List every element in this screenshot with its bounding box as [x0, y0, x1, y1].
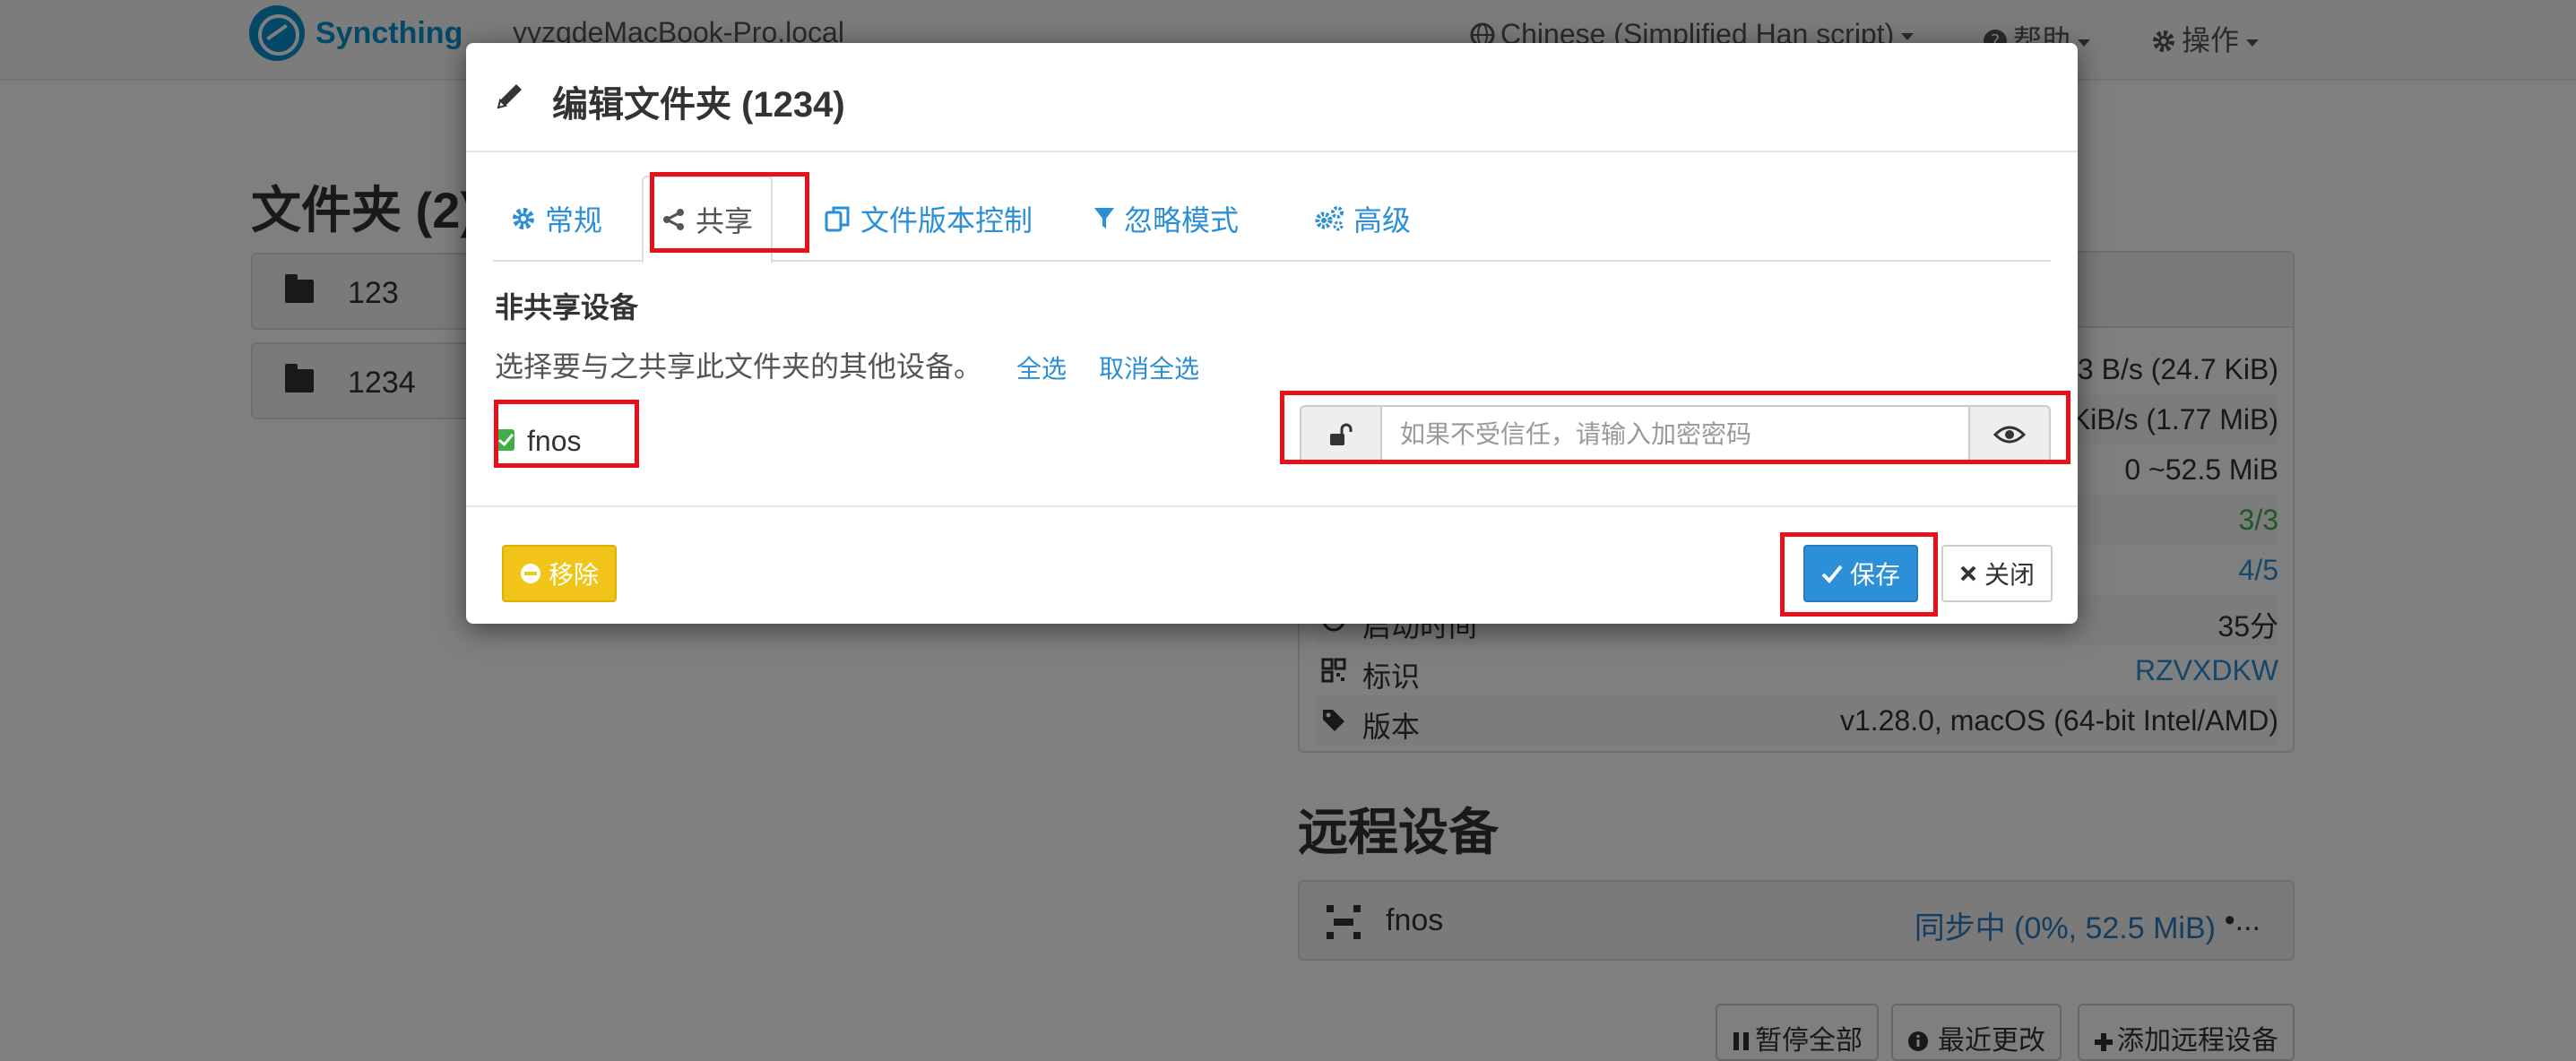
- tab-general-label: 常规: [545, 204, 603, 237]
- select-all-link[interactable]: 全选: [1016, 349, 1067, 385]
- highlight-device-checkbox: [494, 400, 639, 468]
- minus-circle-icon: [521, 564, 540, 583]
- close-label: 关闭: [1984, 561, 2036, 589]
- close-button[interactable]: 关闭: [1941, 545, 2053, 602]
- tab-ignore-patterns-label: 忽略模式: [1124, 204, 1240, 237]
- close-icon: [1960, 565, 1976, 582]
- tab-ignore-patterns[interactable]: 忽略模式: [1076, 176, 1257, 262]
- unshared-devices-title: 非共享设备: [495, 291, 639, 323]
- highlight-password-field: [1280, 391, 2070, 464]
- modal-title: 编辑文件夹 (1234): [552, 85, 845, 125]
- tab-file-versioning-label: 文件版本控制: [860, 204, 1033, 237]
- tab-advanced[interactable]: 高级: [1296, 176, 1429, 262]
- remove-label: 移除: [549, 561, 600, 589]
- tab-file-versioning[interactable]: 文件版本控制: [807, 176, 1050, 262]
- remove-button[interactable]: 移除: [502, 545, 618, 602]
- gear-icon: [513, 208, 534, 229]
- pencil-icon: [497, 84, 522, 109]
- modal-header: 编辑文件夹 (1234): [466, 43, 2078, 152]
- deselect-all-link[interactable]: 取消全选: [1099, 349, 1199, 385]
- highlight-save-button: [1780, 532, 1938, 617]
- highlight-sharing-tab: [650, 172, 809, 253]
- share-help-text: 选择要与之共享此文件夹的其他设备。: [495, 350, 983, 383]
- filter-icon: [1094, 208, 1114, 229]
- tab-advanced-label: 高级: [1353, 204, 1412, 237]
- gears-icon: [1315, 206, 1344, 231]
- tab-general[interactable]: 常规: [493, 176, 620, 262]
- copy-icon: [825, 206, 850, 232]
